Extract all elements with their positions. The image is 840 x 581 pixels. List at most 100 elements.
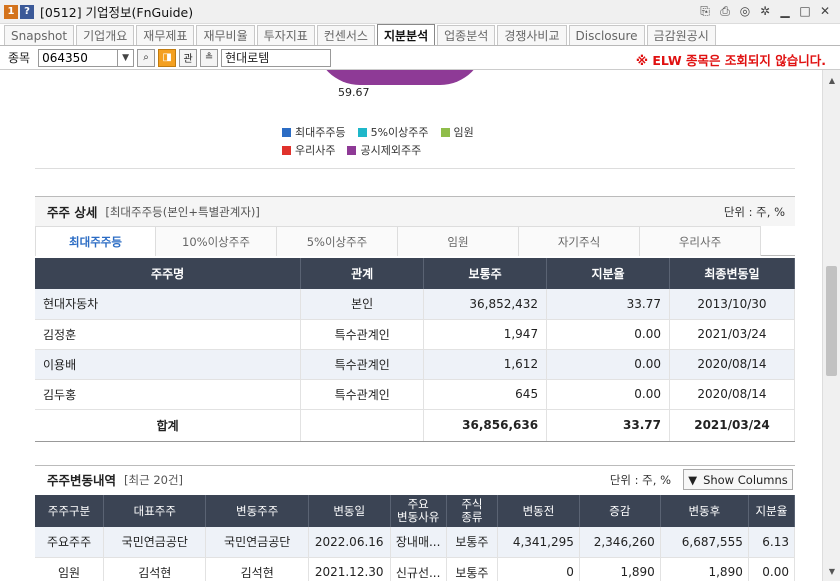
column-header: 주요 변동사유 <box>390 495 447 527</box>
scroll-thumb[interactable] <box>826 266 837 376</box>
section-title: 주주 상세 <box>47 205 98 220</box>
gwan-button[interactable]: 관 <box>179 48 198 67</box>
chevron-down-icon: ▼ <box>688 472 698 487</box>
table-cell: 이용배 <box>35 349 302 380</box>
gear-icon[interactable]: ✲ <box>758 4 772 18</box>
table-cell: 김석현 <box>205 557 309 581</box>
legend-swatch <box>440 127 450 137</box>
print-icon[interactable]: ⎙ <box>718 4 732 18</box>
table-cell: 4,341,295 <box>497 527 580 558</box>
column-header: 주식 종류 <box>446 495 499 527</box>
subtab-0[interactable]: 최대주주등 <box>35 226 156 256</box>
company-name-field[interactable]: 현대로템 <box>221 48 332 67</box>
divider <box>35 168 795 169</box>
table-cell: 2,346,260 <box>579 527 661 558</box>
shareholder-detail-header: 주주 상세 [최대주주등(본인+특별관계자)] 단위 : 주, % <box>35 196 795 226</box>
subtab-3[interactable]: 임원 <box>398 226 519 256</box>
column-header: 최종변동일 <box>669 258 795 289</box>
column-header: 주주명 <box>35 258 302 289</box>
scroll-down-icon[interactable]: ▼ <box>823 563 840 579</box>
help-icon[interactable]: ? <box>20 4 34 19</box>
vertical-scrollbar[interactable]: ▲ ▼ <box>822 70 840 581</box>
minimize-icon[interactable]: ▁ <box>778 4 792 18</box>
title-bar: 1 ? [0512] 기업정보(FnGuide) ⎘ ⎙ ◎ ✲ ▁ □ ✕ <box>0 0 840 24</box>
table-cell: 본인 <box>300 289 425 320</box>
tab-10[interactable]: 금감원공시 <box>646 25 716 45</box>
change-history-table: 주주구분 대표주주 변동주주 변동일 주요 변동사유 주식 종류 변동전 증감 변동후 지분율 주요주… <box>35 495 796 581</box>
legend-item: 우리사주 <box>282 142 335 158</box>
tab-0[interactable]: Snapshot <box>4 25 75 45</box>
column-header: 변동전 <box>497 495 580 527</box>
shareholder-table: 주주명 관계 보통주 지분율 최종변동일 현대자동차 본인 36,852,432 33.77 2… <box>35 258 795 442</box>
pie-legend: 최대주주등 5%이상주주 임원 우리사주 공시제외주주 <box>282 124 474 160</box>
column-header: 보통주 <box>423 258 548 289</box>
stock-code-input[interactable] <box>38 48 119 67</box>
table-cell: 2021.12.30 <box>308 557 391 581</box>
table-cell: 2020/08/14 <box>669 349 795 380</box>
show-columns-button[interactable]: ▼ Show Columns <box>683 469 793 490</box>
content-area: 59.67 최대주주등 5%이상주주 임원 우리사주 공시제외주주 주주 상세 [최대… <box>0 70 822 581</box>
table-cell: 2020/08/14 <box>669 379 795 410</box>
total-cell: 33.77 <box>546 408 670 442</box>
favorite-icon[interactable]: ◨ <box>158 48 177 67</box>
table-cell: 특수관계인 <box>300 349 425 380</box>
subtab-5[interactable]: 우리사주 <box>640 226 761 256</box>
search-bar: 종목 ▼ ⌕ ◨ 관 ≗ 현대로템 ※ ELW 종목은 조회되지 않습니다. <box>0 46 840 70</box>
tab-6[interactable]: 지분분석 <box>376 24 436 45</box>
table-cell: 보통주 <box>446 557 499 581</box>
table-cell: 신규선... <box>390 557 447 581</box>
scroll-up-icon[interactable]: ▲ <box>823 72 840 88</box>
elw-warning: ※ ELW 종목은 조회되지 않습니다. <box>635 53 826 68</box>
table-row: 주요주주 국민연금공단 국민연금공단 2022.06.16 장내매... 보통주 4,341… <box>35 527 796 558</box>
table-cell: 1,612 <box>423 349 548 380</box>
table-cell: 김석현 <box>103 557 207 581</box>
camera-icon[interactable]: ◎ <box>738 4 752 18</box>
unit-label: 단위 : 주, % <box>723 204 785 219</box>
table-cell: 임원 <box>35 557 105 581</box>
legend-swatch <box>282 145 291 155</box>
legend-swatch <box>357 127 367 137</box>
tab-9[interactable]: Disclosure <box>568 25 645 45</box>
tab-5[interactable]: 컨센서스 <box>316 25 375 45</box>
table-row: 김정훈 특수관계인 1,947 0.00 2021/03/24 <box>35 319 795 350</box>
maximize-icon[interactable]: □ <box>798 4 812 18</box>
column-header: 대표주주 <box>103 495 207 527</box>
subtab-2[interactable]: 5%이상주주 <box>277 226 398 256</box>
legend-label: 임원 <box>453 126 474 139</box>
column-header: 관계 <box>300 258 425 289</box>
table-cell: 2013/10/30 <box>669 289 795 320</box>
table-cell: 645 <box>423 379 548 410</box>
section-subtitle: [최대주주등(본인+특별관계자)] <box>105 204 260 219</box>
tab-7[interactable]: 업종분석 <box>437 25 496 45</box>
table-cell: 0.00 <box>748 557 796 581</box>
table-cell: 2022.06.16 <box>308 527 391 558</box>
tab-1[interactable]: 기업개요 <box>76 25 135 45</box>
legend-label: 공시제외주주 <box>360 144 422 157</box>
table-cell: 0.00 <box>546 349 670 380</box>
pie-chart-slice <box>315 70 485 85</box>
main-tabs: Snapshot 기업개요 재무제표 재무비율 투자지표 컨센서스 지분분석 업종분석 경쟁사비… <box>0 24 840 46</box>
table-cell: 김정훈 <box>35 319 302 350</box>
close-icon[interactable]: ✕ <box>818 4 832 18</box>
chevron-down-icon[interactable]: ▼ <box>118 48 135 67</box>
link-group-icon[interactable]: ≗ <box>200 48 219 67</box>
subtab-4[interactable]: 자기주식 <box>519 226 640 256</box>
table-row: 현대자동차 본인 36,852,432 33.77 2013/10/30 <box>35 289 795 320</box>
column-header: 지분율 <box>748 495 796 527</box>
link-icon[interactable]: ⎘ <box>698 4 712 18</box>
show-columns-label: Show Columns <box>703 472 788 487</box>
tab-3[interactable]: 재무비율 <box>196 25 255 45</box>
column-header: 변동후 <box>660 495 749 527</box>
tab-8[interactable]: 경쟁사비교 <box>497 25 567 45</box>
column-header: 주주구분 <box>35 495 105 527</box>
table-cell: 국민연금공단 <box>103 527 207 558</box>
search-label: 종목 <box>8 51 31 65</box>
legend-swatch <box>282 127 291 137</box>
table-row: 임원 김석현 김석현 2021.12.30 신규선... 보통주 0 1,890 1,890 0.… <box>35 557 796 581</box>
tab-2[interactable]: 재무제표 <box>136 25 195 45</box>
subtab-1[interactable]: 10%이상주주 <box>156 226 277 256</box>
pie-value-label: 59.67 <box>338 86 370 99</box>
search-icon[interactable]: ⌕ <box>137 48 156 67</box>
table-cell: 36,852,432 <box>423 289 548 320</box>
tab-4[interactable]: 투자지표 <box>256 25 315 45</box>
